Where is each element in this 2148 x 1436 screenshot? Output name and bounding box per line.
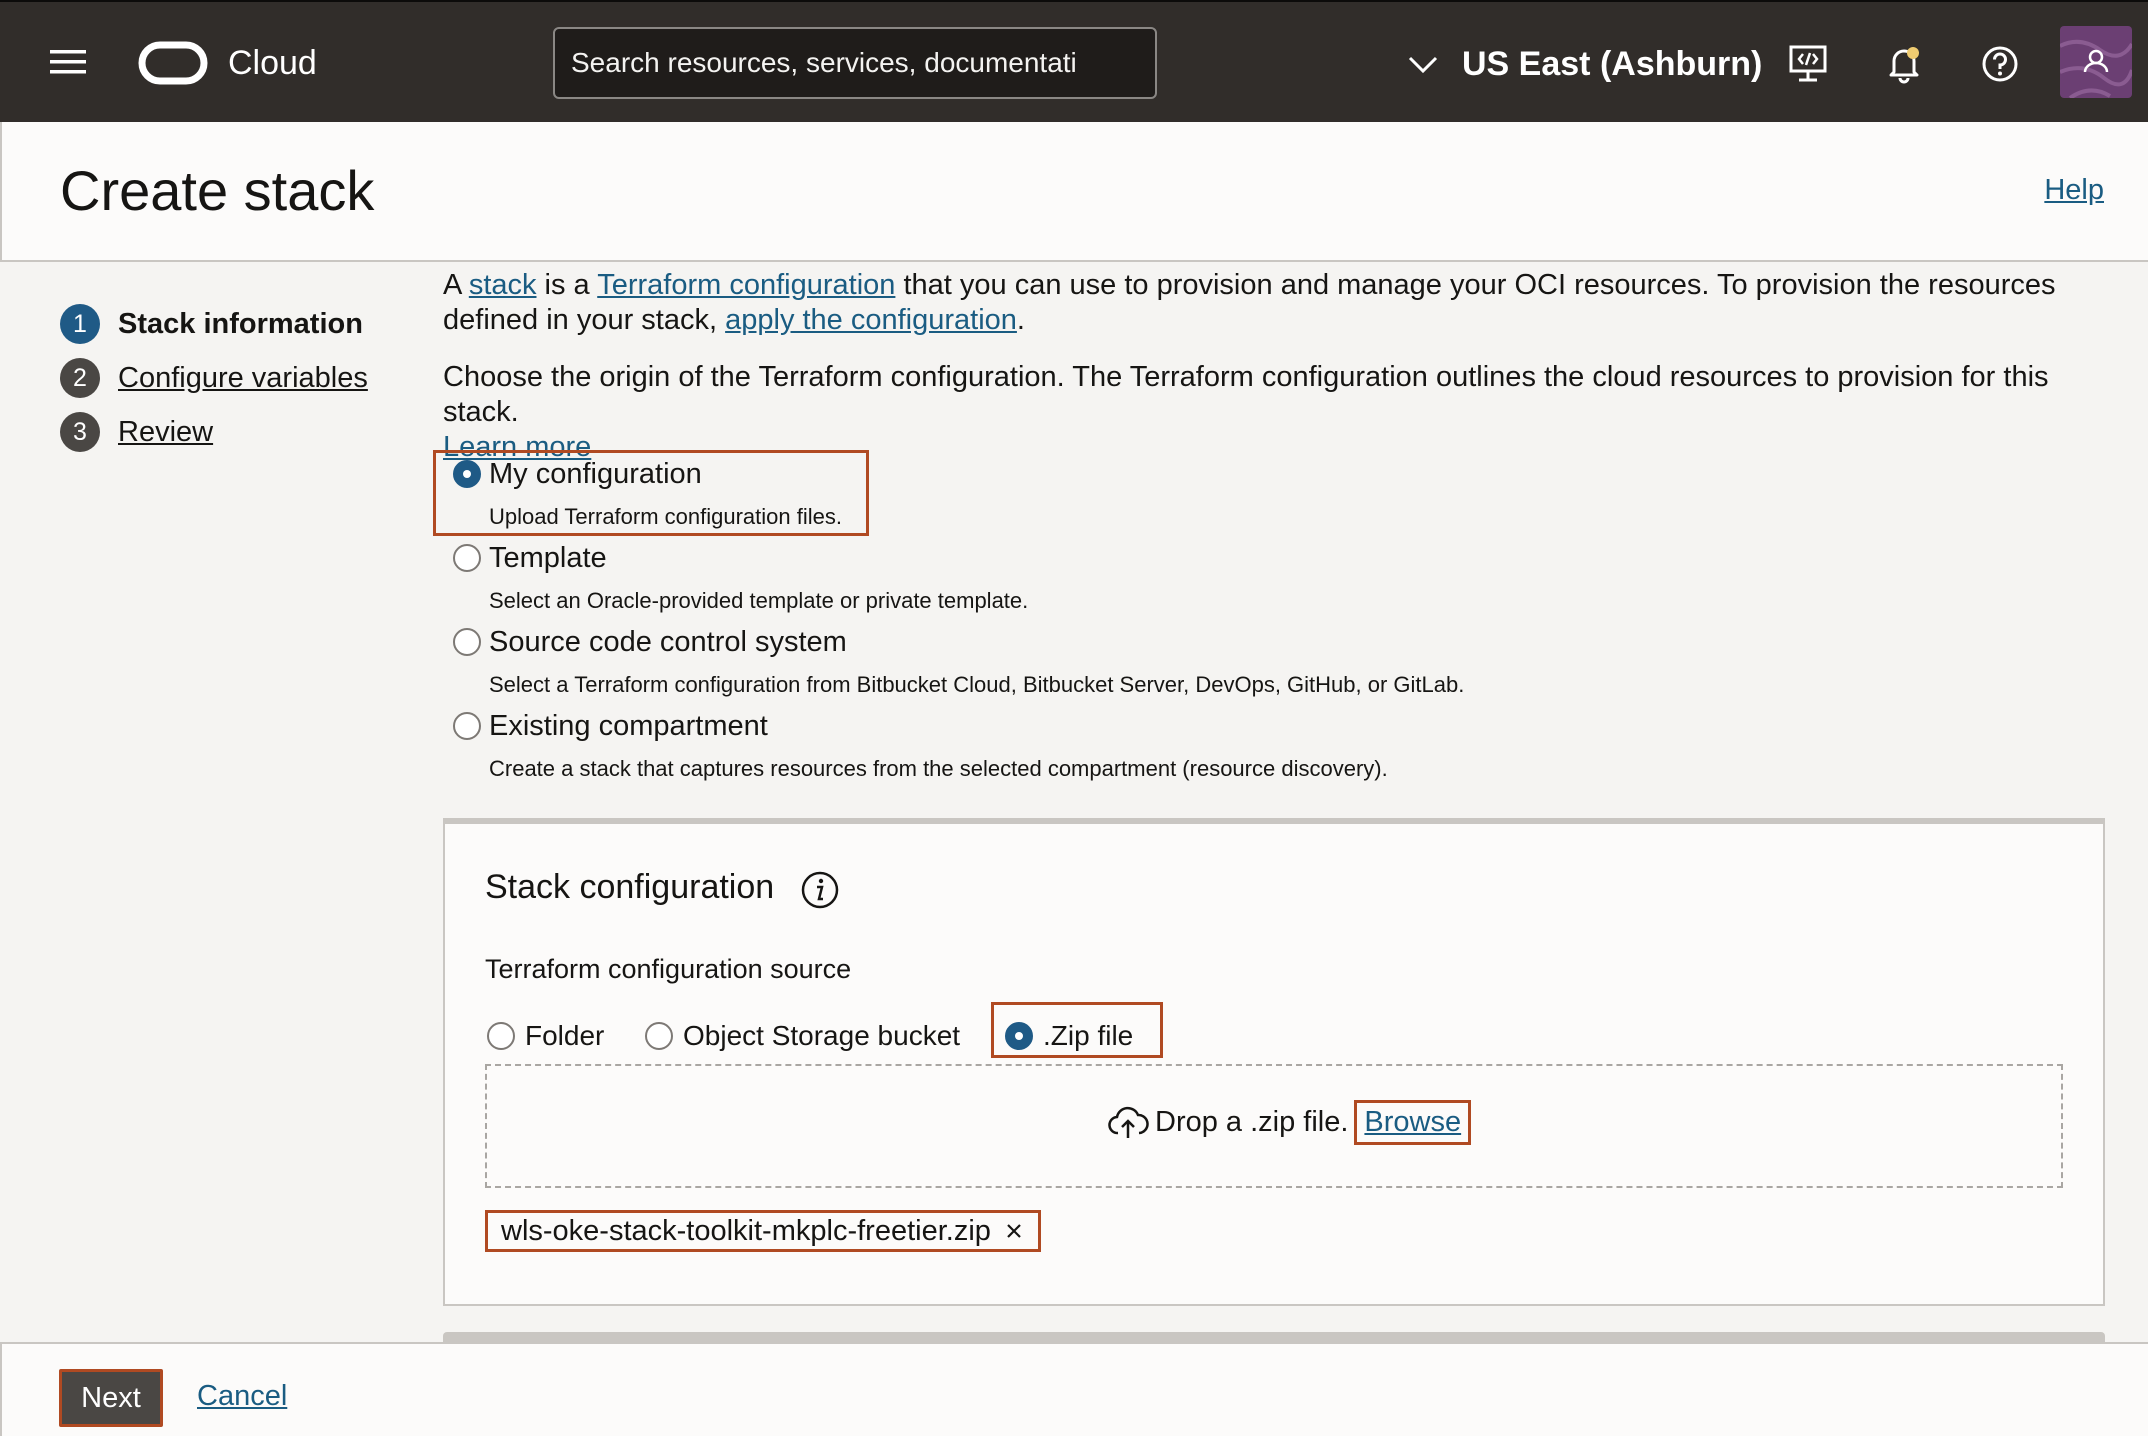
option-title[interactable]: Source code control system [489,625,847,660]
radio-source-code-control-system[interactable] [453,628,481,656]
intro-paragraph: A stack is a Terraform configuration tha… [443,268,2113,338]
help-link[interactable]: Help [2044,174,2104,207]
option-title[interactable]: Template [489,541,607,576]
option-label: Object Storage bucket [683,1020,961,1051]
cancel-link[interactable]: Cancel [197,1380,287,1413]
apply-configuration-link[interactable]: apply the configuration [725,304,1017,336]
stack-configuration-panel: Stack configuration Terraform configurat… [443,818,2105,1306]
notifications-bell-icon[interactable] [1882,42,1926,86]
help-circle-icon[interactable] [1978,42,2022,86]
intro-text: . [1016,304,1025,336]
file-dropzone[interactable]: Drop a .zip file. Browse [485,1064,2063,1188]
step-number: 1 [60,304,100,344]
option-title[interactable]: My configuration [489,457,702,492]
region-label: US East (Ashburn) [1462,44,1763,83]
intro-text: is a [536,269,598,301]
source-option-folder[interactable]: Folder [487,1020,604,1052]
radio-my-configuration[interactable] [453,460,481,488]
dropzone-content: Drop a .zip file. Browse [1107,1100,1472,1145]
step-label: Stack information [118,307,363,340]
developer-tools-icon[interactable] [1786,42,1830,86]
brand-name[interactable]: Cloud [228,40,317,86]
radio-zip-file[interactable] [1005,1022,1033,1050]
next-button[interactable]: Next [59,1369,163,1427]
user-avatar-icon[interactable] [2060,26,2132,98]
info-icon[interactable] [800,870,840,910]
origin-text: Choose the origin of the Terraform confi… [443,361,2049,428]
radio-folder[interactable] [487,1022,515,1050]
terraform-configuration-link[interactable]: Terraform configuration [597,269,895,301]
oracle-logo-icon[interactable] [138,40,208,86]
footer-bar: Next Cancel [0,1342,2148,1436]
step-number: 3 [60,412,100,452]
option-description: Upload Terraform configuration files. [489,504,842,529]
step-configure-variables[interactable]: 2 Configure variables [60,358,368,398]
step-review[interactable]: 3 Review [60,412,213,452]
radio-existing-compartment[interactable] [453,712,481,740]
option-description: Create a stack that captures resources f… [489,756,1388,781]
highlight-box [485,1210,1041,1252]
stack-link[interactable]: stack [469,269,537,301]
source-label: Terraform configuration source [485,954,852,984]
chevron-down-icon [1406,47,1440,81]
option-title[interactable]: Existing compartment [489,709,768,744]
highlight-box [1354,1100,1472,1145]
intro-text: A [443,269,469,301]
option-description: Select a Terraform configuration from Bi… [489,672,1465,697]
drop-text: Drop a .zip file. [1155,1106,1349,1138]
region-selector[interactable]: US East (Ashburn) [1406,40,1762,88]
option-label: .Zip file [1043,1020,1134,1051]
page-header: Create stack Help [0,122,2148,262]
hamburger-menu-icon[interactable] [46,42,90,82]
page-title: Create stack [60,159,375,222]
radio-object-storage-bucket[interactable] [645,1022,673,1050]
option-label: Folder [525,1020,605,1051]
option-description: Select an Oracle-provided template or pr… [489,588,1029,613]
top-navigation-bar: Cloud US East (Ashburn) [0,0,2148,122]
cloud-upload-icon [1107,1105,1149,1141]
step-stack-information: 1 Stack information [60,304,363,344]
panel-title: Stack configuration [485,868,775,906]
source-option-object-storage[interactable]: Object Storage bucket [645,1020,960,1052]
browse-wrapper: Browse [1354,1100,1472,1145]
source-option-zip-file[interactable]: .Zip file [1005,1020,1133,1052]
uploaded-file-chip: wls-oke-stack-toolkit-mkplc-freetier.zip [485,1210,1041,1252]
step-number: 2 [60,358,100,398]
radio-template[interactable] [453,544,481,572]
search-input[interactable] [553,27,1157,99]
step-label[interactable]: Review [118,416,213,449]
step-label[interactable]: Configure variables [118,362,368,395]
